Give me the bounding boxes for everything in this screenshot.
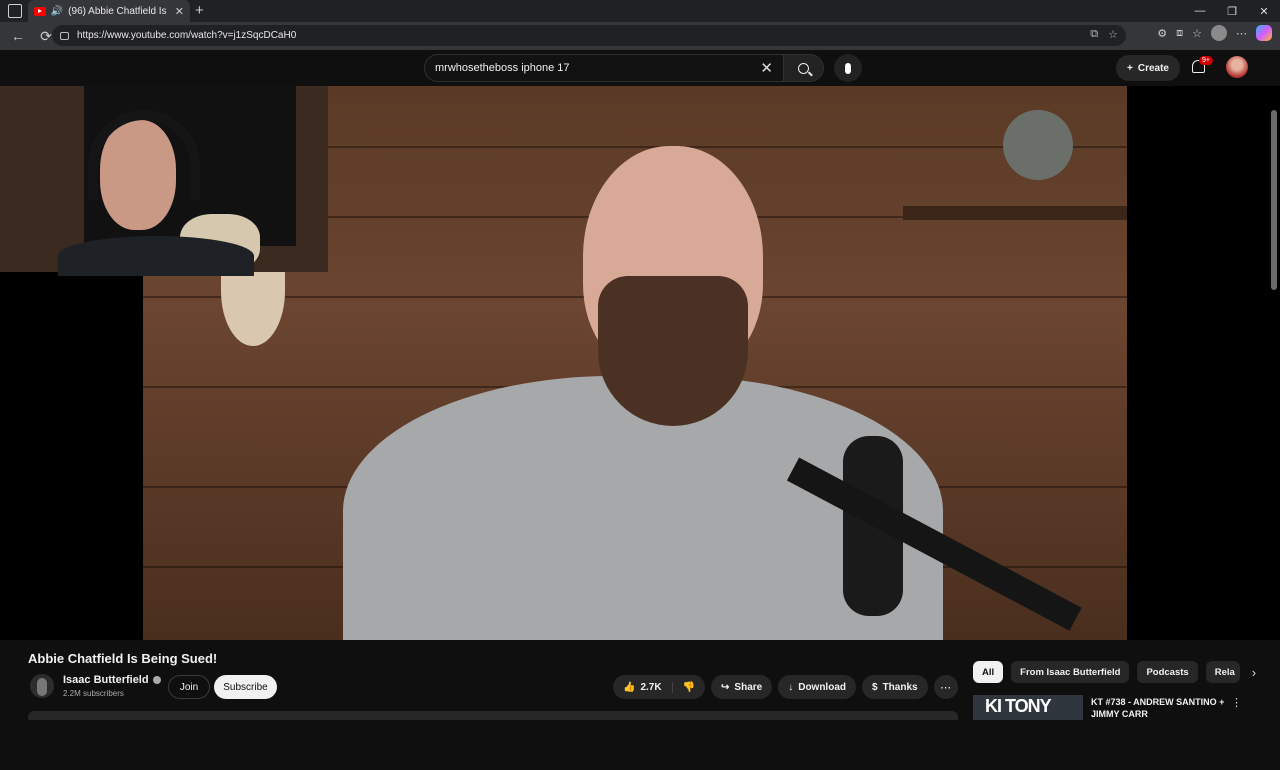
description-box-edge[interactable]: [28, 711, 958, 720]
voice-search-button[interactable]: [834, 54, 862, 82]
notification-badge: 9+: [1199, 56, 1213, 65]
share-label: Share: [734, 681, 763, 693]
subscriber-count: 2.2M subscribers: [63, 689, 124, 698]
thumbs-down-icon: 👎: [682, 681, 696, 693]
more-actions-button[interactable]: ⋯: [933, 675, 958, 699]
video-title: Abbie Chatfield Is Being Sued!: [28, 651, 218, 666]
download-icon: ↓: [788, 681, 794, 693]
url-actions: ⧉ ☆: [1090, 28, 1118, 41]
extensions-icon[interactable]: ⚙: [1157, 27, 1167, 40]
chip-related[interactable]: Rela: [1205, 661, 1240, 683]
channel-name-row[interactable]: Isaac Butterfield: [63, 674, 161, 686]
chip-all[interactable]: All: [973, 661, 1004, 683]
tab-actions-icon[interactable]: [8, 4, 22, 18]
channel-avatar[interactable]: [30, 674, 54, 698]
shelf: [903, 206, 1127, 220]
search-input[interactable]: mrwhosetheboss iphone 17 ✕: [424, 54, 784, 82]
tab-title: (96) Abbie Chatfield Is Being Sued! - Yo…: [68, 5, 170, 17]
minimize-button[interactable]: —: [1184, 5, 1216, 17]
browser-titlebar: 🔊 (96) Abbie Chatfield Is Being Sued! - …: [0, 0, 1280, 22]
share-icon: ↪: [721, 681, 730, 693]
thumbnail-text: KI TONY: [985, 696, 1052, 716]
site-info-icon[interactable]: [60, 31, 69, 40]
favorite-star-icon[interactable]: ☆: [1108, 28, 1118, 41]
window-controls: — ❐ ✕: [1184, 0, 1280, 22]
action-buttons: 👍 2.7K 👎 ↪ Share ↓ Download $ Thanks ⋯: [613, 675, 958, 699]
youtube-favicon-icon: [34, 6, 46, 16]
video-info: Abbie Chatfield Is Being Sued! Isaac But…: [0, 640, 1280, 720]
microphone-icon: [845, 62, 851, 74]
close-window-button[interactable]: ✕: [1248, 5, 1280, 18]
scrollbar[interactable]: [1270, 100, 1278, 770]
address-bar-row: ← ⟳ https://www.youtube.com/watch?v=j1zS…: [0, 22, 1280, 50]
profile-avatar[interactable]: [1211, 25, 1227, 41]
presenter: [343, 116, 943, 640]
recommended-thumbnail[interactable]: KI TONY: [973, 695, 1083, 720]
presenter-beard: [598, 276, 748, 426]
maximize-button[interactable]: ❐: [1216, 5, 1248, 18]
subscribe-button[interactable]: Subscribe: [214, 675, 277, 699]
search-button[interactable]: [784, 54, 824, 82]
plus-icon: +: [1127, 62, 1133, 74]
search-icon: [798, 62, 809, 74]
search-value: mrwhosetheboss iphone 17: [435, 62, 570, 74]
kebab-menu-icon[interactable]: ⋮: [1231, 696, 1242, 709]
clear-search-icon[interactable]: ✕: [760, 59, 773, 77]
verified-icon: [152, 676, 161, 684]
join-button[interactable]: Join: [168, 675, 210, 699]
scrollbar-thumb[interactable]: [1271, 110, 1277, 290]
account-avatar[interactable]: [1226, 56, 1248, 78]
dislike-button[interactable]: 👎: [673, 682, 705, 693]
url-text: https://www.youtube.com/watch?v=j1zSqcDC…: [77, 30, 297, 41]
share-button[interactable]: ↪ Share: [711, 675, 773, 699]
favorites-icon[interactable]: ☆: [1192, 27, 1202, 40]
open-in-app-icon[interactable]: ⧉: [1090, 28, 1098, 41]
video-player[interactable]: [0, 86, 1280, 640]
recommended-video[interactable]: KI TONY KT #738 - ANDREW SANTINO + JIMMY…: [973, 695, 1273, 720]
chevron-right-icon[interactable]: ›: [1252, 665, 1256, 680]
webcam-body: [58, 236, 254, 276]
puzzle-icon[interactable]: ⧈: [1176, 27, 1183, 40]
thanks-button[interactable]: $ Thanks: [862, 675, 928, 699]
globe: [1003, 110, 1073, 180]
like-dislike-group: 👍 2.7K 👎: [613, 675, 706, 699]
copilot-icon[interactable]: [1256, 25, 1272, 41]
tab-close-icon[interactable]: ✕: [175, 5, 184, 18]
create-label: Create: [1137, 62, 1169, 74]
masthead: mrwhosetheboss iphone 17 ✕ + Create 9+: [0, 50, 1280, 86]
chip-from-channel[interactable]: From Isaac Butterfield: [1011, 661, 1130, 683]
chip-podcasts[interactable]: Podcasts: [1137, 661, 1198, 683]
youtube-page: mrwhosetheboss iphone 17 ✕ + Create 9+ A…: [0, 50, 1280, 720]
like-button[interactable]: 👍 2.7K: [613, 681, 673, 693]
channel-name[interactable]: Isaac Butterfield: [63, 674, 149, 686]
recommended-title[interactable]: KT #738 - ANDREW SANTINO + JIMMY CARR: [1091, 696, 1226, 720]
browser-tab[interactable]: 🔊 (96) Abbie Chatfield Is Being Sued! - …: [28, 0, 190, 22]
download-label: Download: [798, 681, 846, 693]
download-button[interactable]: ↓ Download: [778, 675, 856, 699]
new-tab-button[interactable]: +: [195, 2, 204, 19]
back-button[interactable]: ←: [8, 28, 28, 44]
browser-toolbar: ⚙ ⧈ ☆ ⋯: [1157, 25, 1280, 41]
menu-dots-icon[interactable]: ⋯: [1236, 27, 1247, 40]
like-count: 2.7K: [640, 681, 662, 693]
create-button[interactable]: + Create: [1116, 55, 1180, 81]
thanks-label: Thanks: [882, 681, 918, 693]
thumbs-up-icon: 👍: [623, 681, 636, 693]
url-field[interactable]: https://www.youtube.com/watch?v=j1zSqcDC…: [52, 25, 1126, 46]
speaker-icon[interactable]: 🔊: [51, 6, 63, 17]
related-chips: All From Isaac Butterfield Podcasts Rela…: [973, 661, 1256, 683]
thanks-icon: $: [872, 681, 878, 693]
webcam-overlay: [0, 86, 328, 276]
